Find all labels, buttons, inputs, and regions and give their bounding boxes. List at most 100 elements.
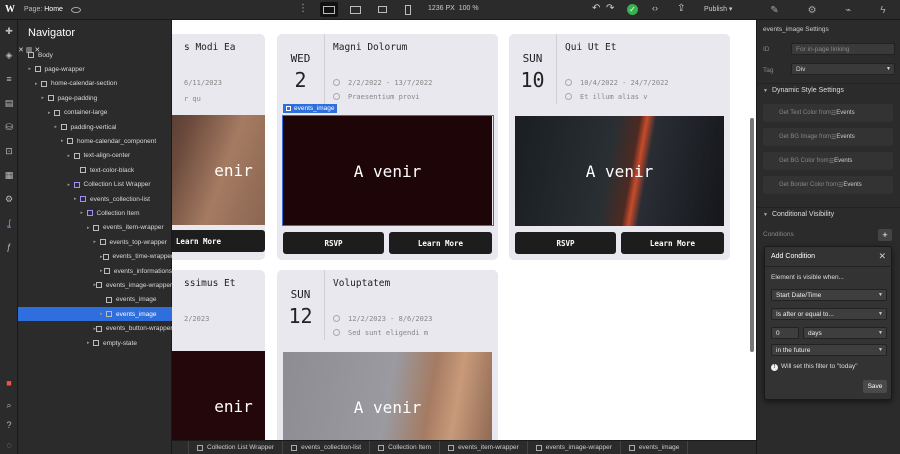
dynamic-style-section-header[interactable]: ▼ Dynamic Style Settings: [757, 83, 900, 97]
navigator-item[interactable]: ▸ text-align-center: [18, 149, 172, 163]
redo-icon[interactable]: ↷: [606, 3, 614, 14]
navigator-item-label: events_collection-list: [90, 195, 150, 203]
dynamic-style-binding[interactable]: Get Text Color from ☰ Events: [763, 104, 893, 122]
navigator-item[interactable]: ▸ empty-state: [18, 336, 172, 350]
help-icon[interactable]: ?: [4, 420, 14, 430]
navigator-item[interactable]: ▸ Collection Item: [18, 206, 172, 220]
breadcrumb-item[interactable]: events_image: [621, 441, 689, 454]
functions-icon[interactable]: ƒ: [4, 242, 14, 252]
navigator-item[interactable]: ▸ container-large: [18, 106, 172, 120]
tag-select[interactable]: Div ▼: [791, 63, 895, 75]
audit-icon[interactable]: ◌: [4, 440, 14, 450]
navigator-item-label: empty-state: [103, 339, 137, 347]
save-button[interactable]: Save: [863, 380, 887, 393]
assets-icon[interactable]: ▦: [4, 170, 14, 180]
code-icon[interactable]: ‹›: [652, 3, 658, 13]
conditional-visibility-header[interactable]: ▼ Conditional Visibility: [757, 207, 900, 221]
tablet-landscape-icon[interactable]: [346, 2, 364, 17]
event-image[interactable]: A venir: [283, 116, 492, 226]
dynamic-style-binding[interactable]: Get BG Color from ☰ Events: [763, 152, 893, 170]
webflow-logo[interactable]: W: [0, 0, 20, 20]
unit-select[interactable]: days ▼: [803, 327, 887, 339]
breadcrumb-item[interactable]: Collection Item: [370, 441, 441, 454]
navigator-item[interactable]: ▸ home-calendar-section: [18, 77, 172, 91]
add-condition-button[interactable]: +: [878, 229, 892, 241]
navigator-item[interactable]: events_image: [18, 293, 172, 307]
breadcrumb-item[interactable]: events_item-wrapper: [440, 441, 528, 454]
element-box-icon: [80, 167, 86, 174]
navigator-item[interactable]: ▸ home-calendar_component: [18, 134, 172, 148]
navigator-icon[interactable]: ≡: [4, 74, 14, 84]
navigator-item[interactable]: Body: [18, 48, 172, 62]
ecommerce-icon[interactable]: ⊡: [4, 146, 14, 156]
operator-select[interactable]: Is after or equal to... ▼: [771, 308, 887, 320]
close-icon[interactable]: ✕: [878, 251, 886, 262]
page-selector[interactable]: Page: Home: [24, 6, 63, 13]
interactions-icon[interactable]: ⌁: [845, 5, 851, 16]
event-image[interactable]: enir: [172, 115, 265, 225]
mobile-icon[interactable]: [399, 2, 417, 17]
direction-select[interactable]: in the future ▼: [771, 344, 887, 356]
breadcrumb-item[interactable]: [172, 441, 189, 454]
element-box-icon: [93, 340, 99, 346]
id-input[interactable]: For in-page linking: [791, 43, 895, 55]
navigator-item[interactable]: ▸ page-padding: [18, 91, 172, 105]
cms-icon[interactable]: ⛁: [4, 122, 14, 132]
event-image[interactable]: A venir: [283, 352, 492, 440]
learn-more-button[interactable]: Learn More: [172, 230, 265, 252]
pages-icon[interactable]: ▤: [4, 98, 14, 108]
navigator-item[interactable]: ▸ events_time-wrapper: [18, 250, 172, 264]
event-card-5[interactable]: SUN 12 Voluptatem 12/2/2023 - 8/6/2023 S…: [277, 270, 498, 440]
navigator-item[interactable]: ▸ events_top-wrapper: [18, 235, 172, 249]
navigator-item[interactable]: ▸ events_informations: [18, 264, 172, 278]
undo-icon[interactable]: ↶: [592, 3, 600, 14]
event-image[interactable]: enir: [172, 351, 265, 440]
event-card-1[interactable]: s Modi Ea 6/11/2023 r qu enir Learn More: [172, 34, 265, 260]
event-card-4[interactable]: ssimus Et 2/2023 enir: [172, 270, 265, 440]
settings-icon[interactable]: ⚙: [4, 194, 14, 204]
navigator-item[interactable]: ▸ events_button-wrapper: [18, 322, 173, 336]
tablet-icon[interactable]: [373, 2, 391, 17]
navigator-item[interactable]: ▸ padding-vertical: [18, 120, 172, 134]
navigator-item[interactable]: ▸ events_image: [18, 307, 172, 322]
dynamic-style-binding[interactable]: Get Border Color from ☰ Events: [763, 176, 893, 194]
export-icon[interactable]: ⇪: [677, 3, 685, 14]
search-icon[interactable]: ⌕: [4, 400, 14, 410]
preview-eye-icon[interactable]: [70, 6, 81, 13]
navigator-item[interactable]: text-color-black: [18, 163, 172, 177]
settings-header: events_image Settings: [763, 26, 829, 33]
add-elements-icon[interactable]: ✚: [4, 26, 14, 36]
record-icon[interactable]: ■: [4, 378, 14, 388]
breadcrumb-item[interactable]: Collection List Wrapper: [189, 441, 284, 454]
field-select[interactable]: Start Date/Time ▼: [771, 289, 887, 301]
image-overlay-text: A venir: [353, 161, 422, 181]
logic-icon[interactable]: ʆ: [4, 218, 14, 228]
rsvp-button[interactable]: RSVP: [283, 232, 384, 254]
lightning-icon[interactable]: ϟ: [880, 5, 885, 16]
event-card-3[interactable]: SUN 10 Qui Ut Et 10/4/2022 - 24/7/2022 E…: [509, 34, 730, 260]
navigator-item[interactable]: ▸ events_item-wrapper: [18, 221, 172, 235]
breadcrumb-item[interactable]: events_collection-list: [283, 441, 371, 454]
event-image[interactable]: A venir: [515, 116, 724, 226]
breadcrumb-item[interactable]: events_image-wrapper: [528, 441, 621, 454]
desktop-breakpoint-icon[interactable]: [320, 2, 338, 17]
navigator-item[interactable]: ▸ events_collection-list: [18, 192, 172, 206]
style-brush-icon[interactable]: ✎: [770, 5, 778, 16]
number-input[interactable]: 0: [771, 327, 799, 339]
components-icon[interactable]: ◈: [4, 50, 14, 60]
navigator-item[interactable]: ▸ Collection List Wrapper: [18, 178, 172, 192]
publish-button[interactable]: Publish ▾: [704, 5, 732, 13]
settings-gear-icon[interactable]: ⚙: [808, 5, 817, 16]
navigator-item[interactable]: ▸ page-wrapper: [18, 62, 172, 76]
event-card-2[interactable]: WED 2 Magni Dolorum 2/2/2022 - 13/7/2022…: [277, 34, 498, 260]
dynamic-style-binding[interactable]: Get BG Image from ☰ Events: [763, 128, 893, 146]
chevron-down-icon: ▼: [763, 211, 768, 218]
canvas-scrollbar[interactable]: [750, 118, 754, 352]
selected-element-name: events_image: [294, 105, 335, 112]
navigator-item-label: home-calendar-section: [51, 80, 118, 88]
learn-more-button[interactable]: Learn More: [621, 232, 724, 254]
rsvp-button[interactable]: RSVP: [515, 232, 616, 254]
more-options-icon[interactable]: ⋮: [298, 3, 308, 14]
learn-more-button[interactable]: Learn More: [389, 232, 492, 254]
navigator-item[interactable]: ▸ events_image-wrapper: [18, 278, 173, 292]
